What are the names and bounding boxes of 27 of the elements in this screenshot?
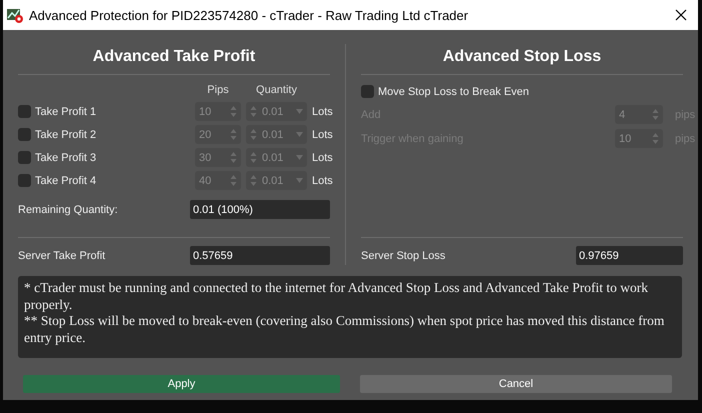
cancel-button[interactable]: Cancel	[360, 375, 672, 393]
unit-label: Lots	[312, 174, 333, 186]
column-header: Pips	[206, 84, 230, 98]
note-text: ** Stop Loss will be moved to break-even (covering also Commissions) when spot price has moved this distance from entry price.	[24, 313, 666, 346]
column-header: Quantity	[255, 84, 298, 98]
unit-label: Lots	[312, 128, 333, 140]
chart-icon	[6, 7, 24, 23]
remaining-quantity-field[interactable]: 0.01 (100%)	[190, 200, 330, 219]
checkbox[interactable]	[361, 85, 374, 98]
field-label: Server Stop Loss	[361, 250, 446, 262]
section-heading: Advanced Take Profit	[92, 47, 256, 67]
unit-label: Lots	[312, 152, 333, 164]
unit-label: Lots	[312, 106, 333, 118]
window-title: Advanced Protection for PID223574280 - cTrader - Raw Trading Ltd cTrader	[29, 8, 470, 22]
field-label: Remaining Quantity:	[18, 204, 119, 216]
server-stop-loss-field[interactable]: 0.97659	[576, 246, 683, 265]
checkbox-label: Move Stop Loss to Break Even	[378, 86, 530, 98]
note-text: * cTrader must be running and connected to the internet for Advanced Stop Loss and Advanced Take Profit to work properly.	[24, 280, 650, 313]
close-icon[interactable]	[675, 9, 687, 21]
section-heading: Advanced Stop Loss	[442, 47, 602, 67]
apply-button[interactable]: Apply	[23, 375, 340, 393]
checkbox-label: Take Profit 1	[35, 106, 96, 118]
checkbox-label: Take Profit 3	[35, 152, 96, 164]
checkbox-label: Take Profit 4	[35, 174, 96, 186]
server-take-profit-field[interactable]: 0.57659	[190, 246, 330, 265]
checkbox-label: Take Profit 2	[35, 128, 96, 140]
field-label: Server Take Profit	[18, 250, 106, 262]
